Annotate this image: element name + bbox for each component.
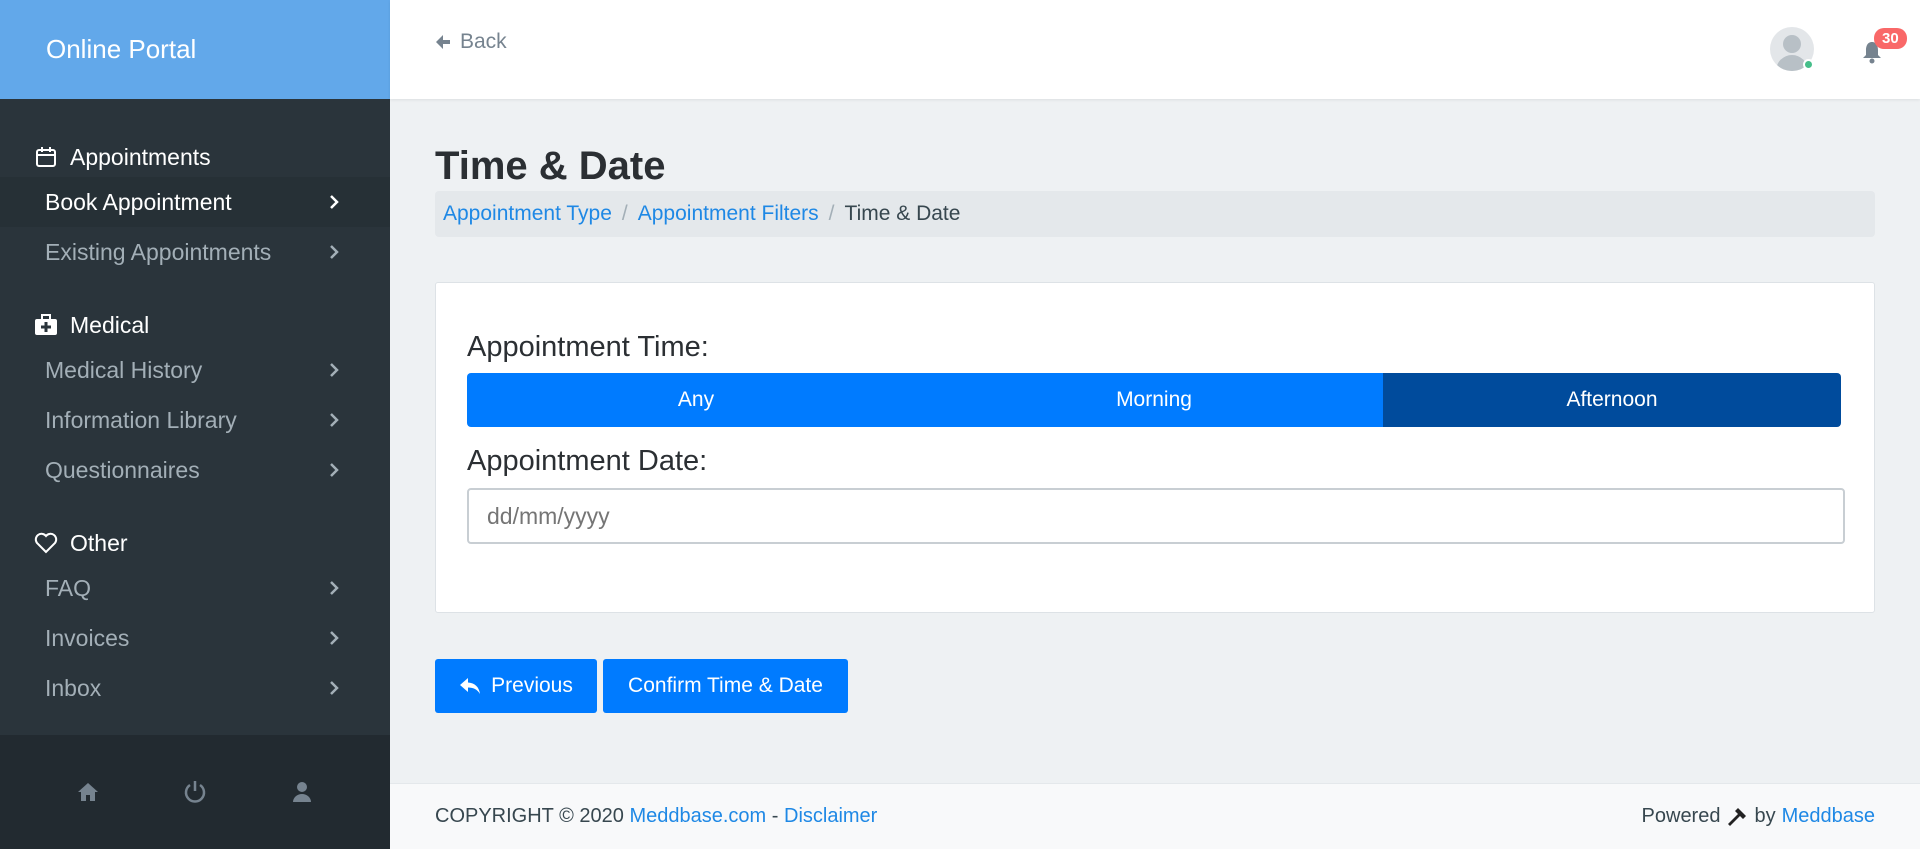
sidebar-item-label: Questionnaires [45, 456, 200, 483]
breadcrumb-appointment-filters[interactable]: Appointment Filters [638, 202, 819, 226]
chevron-right-icon [330, 363, 339, 377]
sidebar-item-inbox[interactable]: Inbox [0, 663, 390, 713]
section-title: Medical [70, 311, 150, 338]
time-segmented-control: Any Morning Afternoon [467, 373, 1841, 427]
sidebar-item-invoices[interactable]: Invoices [0, 613, 390, 663]
footer-dash: - [771, 805, 779, 827]
breadcrumb: Appointment Type / Appointment Filters /… [435, 191, 1875, 237]
back-link[interactable]: Back [434, 30, 507, 54]
chevron-right-icon [330, 413, 339, 427]
breadcrumb-appointment-type[interactable]: Appointment Type [443, 202, 612, 226]
calendar-icon [34, 145, 58, 169]
site-link[interactable]: Meddbase.com [629, 805, 766, 827]
appointment-date-label: Appointment Date: [467, 445, 708, 477]
section-medical: Medical [0, 305, 390, 345]
breadcrumb-separator: / [621, 202, 628, 225]
sidebar-item-label: Existing Appointments [45, 238, 272, 265]
sidebar-item-questionnaires[interactable]: Questionnaires [0, 445, 390, 495]
form-card: Appointment Time: Any Morning Afternoon … [435, 282, 1875, 613]
sidebar-item-label: Medical History [45, 356, 203, 383]
sidebar-item-book-appointment[interactable]: Book Appointment [0, 177, 390, 227]
online-status-indicator [1803, 59, 1814, 70]
appointment-time-label: Appointment Time: [467, 331, 709, 363]
sidebar-item-label: Invoices [45, 624, 130, 651]
breadcrumb-current: Time & Date [844, 202, 961, 225]
breadcrumb-separator: / [828, 202, 835, 225]
vendor-link[interactable]: Meddbase [1782, 805, 1875, 828]
time-option-any[interactable]: Any [467, 373, 925, 427]
by-text: by [1754, 805, 1776, 827]
arrow-left-icon [436, 35, 450, 49]
appointment-date-input[interactable] [467, 488, 1845, 544]
sidebar-item-label: Information Library [45, 406, 237, 433]
sidebar-item-faq[interactable]: FAQ [0, 563, 390, 613]
brand-title: Online Portal [46, 34, 197, 64]
chevron-right-icon [330, 245, 339, 259]
sidebar-item-label: FAQ [45, 574, 92, 601]
user-icon[interactable] [289, 779, 315, 805]
reply-icon [460, 678, 481, 694]
top-header: Back 30 [390, 0, 1920, 99]
sidebar-item-label: Inbox [45, 674, 102, 701]
back-label: Back [460, 30, 507, 53]
sidebar-item-medical-history[interactable]: Medical History [0, 345, 390, 395]
copyright-text: COPYRIGHT © 2020 [435, 805, 624, 827]
sidebar-item-label: Book Appointment [45, 188, 232, 215]
chevron-right-icon [330, 631, 339, 645]
section-appointments: Appointments [0, 137, 390, 177]
power-icon[interactable] [182, 779, 208, 805]
page-title: Time & Date [435, 144, 666, 188]
heart-icon [34, 531, 58, 555]
chevron-right-icon [330, 681, 339, 695]
page-footer: COPYRIGHT © 2020 Meddbase.com - Disclaim… [390, 783, 1920, 849]
previous-label: Previous [491, 674, 573, 697]
medkit-icon [34, 313, 58, 337]
previous-button[interactable]: Previous [435, 659, 597, 713]
sidebar-item-existing-appointments[interactable]: Existing Appointments [0, 227, 390, 277]
sidebar-item-information-library[interactable]: Information Library [0, 395, 390, 445]
notification-badge: 30 [1874, 28, 1907, 49]
chevron-right-icon [330, 581, 339, 595]
time-option-morning[interactable]: Morning [925, 373, 1383, 427]
brand-bar[interactable]: Online Portal [0, 0, 390, 99]
chevron-right-icon [330, 195, 339, 209]
time-option-afternoon[interactable]: Afternoon [1383, 373, 1841, 427]
section-title: Appointments [70, 143, 211, 170]
section-title: Other [70, 529, 128, 556]
confirm-button[interactable]: Confirm Time & Date [603, 659, 848, 713]
home-icon[interactable] [75, 779, 101, 805]
section-other: Other [0, 523, 390, 563]
sidebar-nav: Appointments Book Appointment Existing A… [0, 99, 390, 735]
footer-left: COPYRIGHT © 2020 Meddbase.com - Disclaim… [435, 805, 877, 828]
chevron-right-icon [330, 463, 339, 477]
sidebar: Online Portal Appointments Book Appointm… [0, 0, 390, 849]
footer-right: Powered by Meddbase [1642, 805, 1875, 828]
powered-text: Powered [1641, 805, 1721, 827]
confirm-label: Confirm Time & Date [628, 674, 823, 697]
disclaimer-link[interactable]: Disclaimer [784, 805, 877, 827]
sidebar-footer [0, 735, 390, 849]
hammer-icon [1728, 807, 1747, 826]
